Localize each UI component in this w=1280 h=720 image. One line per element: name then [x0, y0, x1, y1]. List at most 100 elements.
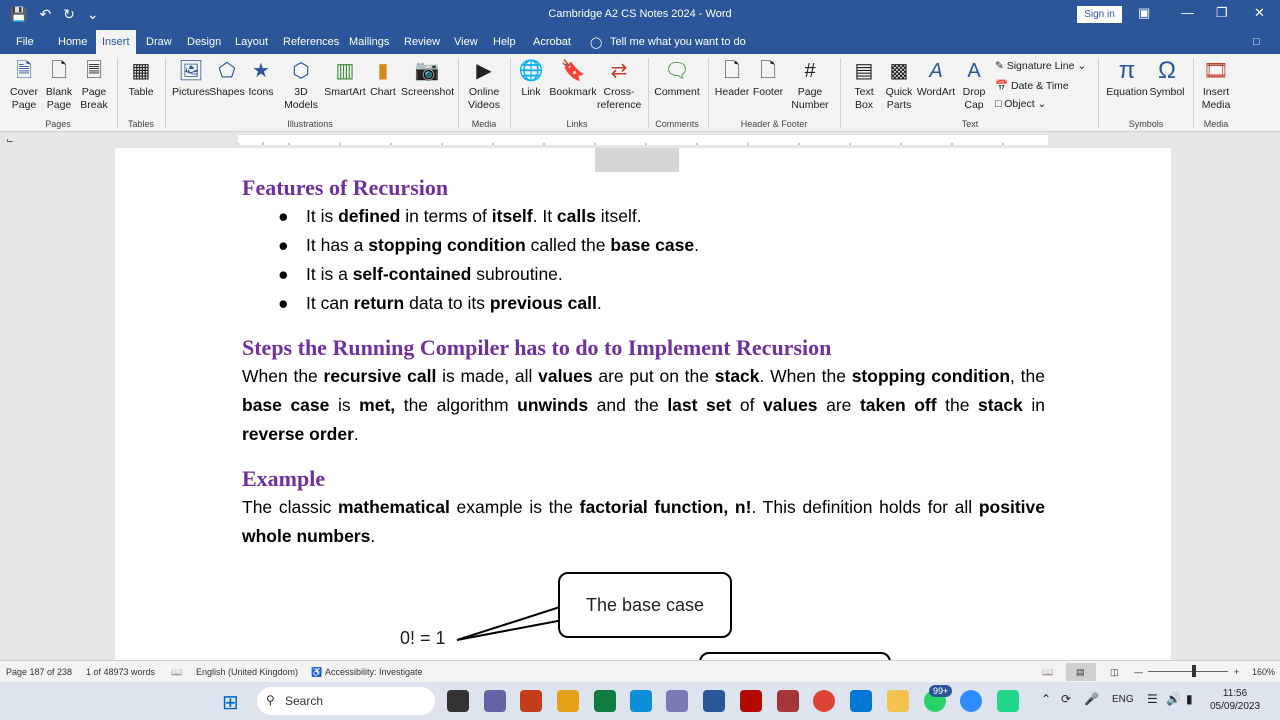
- drop-cap-button[interactable]: A Drop Cap: [957, 54, 991, 118]
- table-button[interactable]: ▦ Table: [124, 54, 158, 118]
- chevron-up-icon[interactable]: ⌃: [1041, 692, 1051, 706]
- zoom-out-icon[interactable]: —: [1134, 667, 1143, 677]
- acrobat-icon[interactable]: [740, 690, 762, 712]
- volume-icon[interactable]: 🔊: [1166, 692, 1181, 706]
- insert-media-button[interactable]: 🎞 Insert Media: [1198, 54, 1234, 118]
- tab-layout[interactable]: Layout: [235, 36, 268, 48]
- store-icon[interactable]: [850, 690, 872, 712]
- tab-view[interactable]: View: [454, 36, 478, 48]
- pictures-button[interactable]: 🖼 Pictures: [172, 54, 210, 118]
- header-button[interactable]: 🗋 Header: [713, 54, 751, 118]
- chrome-icon[interactable]: [813, 690, 835, 712]
- web-layout-icon[interactable]: ◫: [1110, 667, 1119, 678]
- tab-draw[interactable]: Draw: [146, 36, 172, 48]
- cover-page-button[interactable]: 🗎 Cover Page: [6, 54, 42, 118]
- tab-mailings[interactable]: Mailings: [349, 36, 389, 48]
- clock[interactable]: 11:56 05/09/2023: [1210, 687, 1260, 713]
- taskbar-search[interactable]: ⚲ Search: [257, 687, 435, 715]
- sync-icon[interactable]: ⟳: [1061, 692, 1071, 706]
- minimize-icon[interactable]: —: [1181, 5, 1194, 20]
- tab-references[interactable]: References: [283, 36, 339, 48]
- shapes-button[interactable]: ⬠ Shapes: [209, 54, 245, 118]
- start-icon[interactable]: ⊞: [222, 690, 239, 715]
- ribbon-display-icon[interactable]: ▣: [1138, 5, 1150, 21]
- access-icon[interactable]: [777, 690, 799, 712]
- quick-parts-button[interactable]: ▩ Quick Parts: [881, 54, 917, 118]
- snipping-tool-icon[interactable]: [557, 690, 579, 712]
- separator: [165, 58, 166, 128]
- teams-icon[interactable]: [484, 690, 506, 712]
- smartart-button[interactable]: ▥ SmartArt: [324, 54, 366, 118]
- chart-button[interactable]: ▮ Chart: [369, 54, 397, 118]
- page-count[interactable]: Page 187 of 238: [6, 667, 72, 677]
- battery-icon[interactable]: ▮: [1186, 692, 1193, 706]
- separator: [1193, 58, 1194, 128]
- excel-icon[interactable]: [594, 690, 616, 712]
- separator: [648, 58, 649, 128]
- restore-icon[interactable]: ❐: [1216, 5, 1228, 21]
- bookmark-button[interactable]: 🔖 Bookmark: [548, 54, 598, 118]
- tab-selector-icon[interactable]: ⌙: [6, 135, 14, 146]
- cross-reference-icon: ⇄: [610, 60, 628, 82]
- comment-button[interactable]: 🗨 Comment: [654, 54, 700, 118]
- smartart-icon: ▥: [335, 60, 355, 82]
- task-view-icon[interactable]: [447, 690, 469, 712]
- 3d-models-button[interactable]: ⬡ 3D Models: [280, 54, 322, 118]
- word-icon[interactable]: [703, 690, 725, 712]
- tab-acrobat[interactable]: Acrobat: [533, 36, 571, 48]
- zoom-app-icon[interactable]: [960, 690, 982, 712]
- tab-insert[interactable]: Insert: [96, 30, 136, 54]
- date-time-button[interactable]: 📅 Date & Time: [995, 79, 1069, 92]
- powerpoint-icon[interactable]: [520, 690, 542, 712]
- zoom-in-icon[interactable]: +: [1234, 667, 1239, 677]
- ruler-ticks: [237, 142, 1004, 145]
- document-content[interactable]: Features of Recursion ● It is defined in …: [242, 148, 1045, 551]
- online-videos-button[interactable]: ▶ Online Videos: [464, 54, 504, 118]
- app-icon[interactable]: [666, 690, 688, 712]
- pi-icon: π: [1118, 57, 1136, 84]
- accessibility-status[interactable]: Accessibility: Investigate: [325, 667, 423, 677]
- vertical-ruler[interactable]: [0, 148, 18, 660]
- icons-button[interactable]: ★ Icons: [247, 54, 275, 118]
- microphone-icon[interactable]: 🎤: [1084, 692, 1099, 706]
- object-button[interactable]: □ Object ⌄: [995, 98, 1046, 110]
- document-page[interactable]: Features of Recursion ● It is defined in …: [115, 148, 1171, 660]
- file-explorer-icon[interactable]: [887, 690, 909, 712]
- language-indicator[interactable]: English (United Kingdom): [196, 667, 298, 677]
- wordart-button[interactable]: A WordArt: [916, 54, 956, 118]
- title-bar: 💾 ↶ ↻ ⌄ Cambridge A2 CS Notes 2024 - Wor…: [0, 0, 1280, 30]
- comments-icon[interactable]: □: [1253, 36, 1260, 48]
- page-number-button[interactable]: # Page Number: [786, 54, 834, 118]
- text-box-button[interactable]: ▤ Text Box: [846, 54, 882, 118]
- close-icon[interactable]: ✕: [1254, 5, 1265, 21]
- zoom-level[interactable]: 160%: [1252, 667, 1275, 677]
- language-indicator-taskbar[interactable]: ENG: [1112, 694, 1134, 705]
- horizontal-ruler[interactable]: [237, 135, 1048, 145]
- zoom-slider[interactable]: [1148, 671, 1228, 672]
- cross-reference-button[interactable]: ⇄ Cross-reference: [597, 54, 641, 118]
- tab-review[interactable]: Review: [404, 36, 440, 48]
- tab-help[interactable]: Help: [493, 36, 516, 48]
- proofing-icon[interactable]: 📖: [171, 667, 182, 678]
- zoom-slider-thumb[interactable]: [1192, 665, 1196, 677]
- link-button[interactable]: 🌐 Link: [516, 54, 546, 118]
- signature-line-button[interactable]: ✎ Signature Line ⌄: [995, 60, 1086, 72]
- footer-button[interactable]: 🗋 Footer: [750, 54, 786, 118]
- print-layout-icon: ▤: [1076, 667, 1085, 677]
- tell-me-search[interactable]: Tell me what you want to do: [610, 36, 746, 48]
- blank-page-button[interactable]: 🗋 Blank Page: [42, 54, 76, 118]
- tab-file[interactable]: File: [16, 36, 34, 48]
- word-count[interactable]: 1 of 48973 words: [86, 667, 155, 677]
- symbol-button[interactable]: Ω Symbol: [1147, 54, 1187, 118]
- tab-home[interactable]: Home: [58, 36, 87, 48]
- page-break-button[interactable]: 🗏 Page Break: [77, 54, 111, 118]
- ribbon: 🗎 Cover Page 🗋 Blank Page 🗏 Page Break Page…: [0, 54, 1280, 132]
- wifi-icon[interactable]: ☰: [1147, 692, 1158, 706]
- sign-in-button[interactable]: Sign in: [1077, 6, 1122, 23]
- tab-design[interactable]: Design: [187, 36, 221, 48]
- equation-button[interactable]: π Equation: [1104, 54, 1150, 118]
- edge-icon[interactable]: [630, 690, 652, 712]
- pycharm-icon[interactable]: [997, 690, 1019, 712]
- screenshot-button[interactable]: 📷 Screenshot: [401, 54, 454, 118]
- read-mode-icon[interactable]: 📖: [1042, 667, 1053, 678]
